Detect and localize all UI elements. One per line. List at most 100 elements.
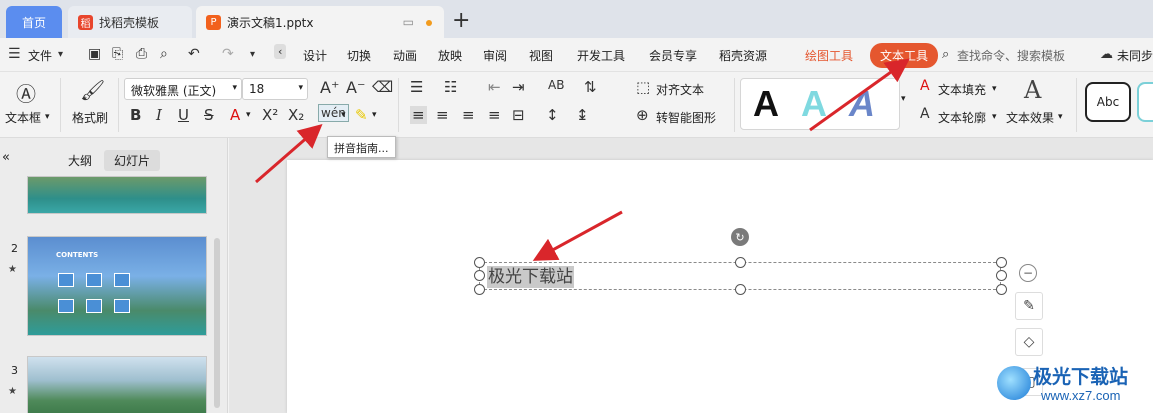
slide-thumbnail-1[interactable] (27, 176, 207, 214)
resize-handle[interactable] (474, 270, 485, 281)
resize-handle[interactable] (996, 270, 1007, 281)
bullet-list-icon[interactable]: ☰ (410, 78, 423, 96)
shrink-font-icon[interactable]: A⁻ (346, 78, 365, 97)
menu-animation[interactable]: 动画 (393, 47, 417, 64)
resize-handle[interactable] (474, 257, 485, 268)
grow-font-icon[interactable]: A⁺ (320, 78, 339, 97)
menu-drawing-tools[interactable]: 绘图工具 (805, 47, 853, 64)
sort-icon[interactable]: ⇅ (584, 78, 597, 96)
redo-icon[interactable]: ↷ (222, 46, 234, 62)
menu-review[interactable]: 审阅 (483, 47, 507, 64)
menu-text-tools[interactable]: 文本工具 (870, 43, 939, 68)
chevron-down-icon[interactable]: ▾ (45, 112, 50, 122)
menu-design[interactable]: 设计 (303, 47, 327, 64)
menu-member[interactable]: 会员专享 (649, 47, 697, 64)
align-left-icon[interactable]: ≡ (410, 106, 427, 124)
resize-handle[interactable] (474, 284, 485, 295)
superscript-icon[interactable]: X² (262, 106, 278, 124)
strikethrough-icon[interactable]: S (204, 106, 214, 124)
underline-icon[interactable]: U (178, 106, 189, 124)
gallery-more-icon[interactable]: ▾ (901, 94, 906, 104)
smart-shape-icon[interactable]: ⊕ (636, 106, 649, 124)
search-input[interactable]: 查找命令、搜索模板 (957, 47, 1065, 64)
collapse-icon[interactable]: − (1019, 264, 1037, 282)
tab-home[interactable]: 首页 (6, 6, 62, 38)
font-size-select[interactable]: 18 ▾ (242, 78, 308, 100)
font-family-select[interactable]: 微软雅黑 (正文) ▾ (124, 78, 242, 100)
text-effect-icon[interactable]: A (1024, 76, 1041, 104)
style-cyan-icon[interactable]: A (801, 83, 827, 125)
more-icon[interactable]: ▾ (250, 49, 255, 60)
chevron-down-icon[interactable]: ▾ (992, 112, 997, 122)
menu-file[interactable]: 文件 (28, 47, 52, 64)
menu-transition[interactable]: 切换 (347, 47, 371, 64)
brush-icon[interactable]: 🖌 (80, 78, 105, 102)
decrease-indent-icon[interactable]: ⇤ (488, 78, 501, 96)
align-text-icon[interactable]: ⬚ (636, 78, 650, 96)
style-black-icon[interactable]: A (753, 83, 779, 125)
numbered-list-icon[interactable]: ☷ (444, 78, 457, 96)
tab-outline[interactable]: 大纲 (58, 150, 102, 171)
text-outline-icon[interactable]: A (920, 106, 930, 122)
align-text-button[interactable]: 对齐文本 (656, 81, 704, 98)
italic-icon[interactable]: I (156, 106, 162, 124)
save-icon[interactable]: ▣ (88, 46, 101, 62)
resize-handle[interactable] (996, 284, 1007, 295)
resize-handle[interactable] (735, 284, 746, 295)
slide-thumbnail-2[interactable]: CONTENTS (27, 236, 207, 336)
text-direction-icon[interactable]: AB (548, 78, 564, 92)
align-right-icon[interactable]: ≡ (462, 106, 475, 124)
text-fill-icon[interactable]: A (920, 78, 930, 94)
menu-docer-resources[interactable]: 稻壳资源 (719, 47, 767, 64)
chevron-down-icon[interactable]: ▾ (992, 84, 997, 94)
tab-document[interactable]: P 演示文稿1.pptx ▭ (196, 6, 444, 38)
chevron-down-icon[interactable]: ▾ (1058, 112, 1063, 122)
selected-text[interactable]: 极光下载站 (487, 266, 574, 288)
resize-handle[interactable] (735, 257, 746, 268)
panel-scrollbar[interactable] (214, 238, 220, 408)
format-painter-button[interactable]: 格式刷 (72, 109, 108, 126)
increase-indent-icon[interactable]: ⇥ (512, 78, 525, 96)
text-effect-button[interactable]: 文本效果 (1006, 109, 1054, 126)
distribute-icon[interactable]: ⊟ (512, 106, 525, 124)
preview-icon[interactable]: ⌕ (160, 46, 168, 62)
hamburger-icon[interactable]: ☰ (8, 46, 21, 62)
textbox-icon[interactable]: Ⓐ (16, 78, 36, 107)
paragraph-spacing-icon[interactable]: ↨ (576, 106, 589, 124)
menu-slideshow[interactable]: 放映 (438, 47, 462, 64)
clear-format-icon[interactable]: ⌫ (372, 78, 393, 96)
brush-tool-icon[interactable]: ✎ (1015, 292, 1043, 320)
scroll-left-icon[interactable]: ‹ (274, 44, 287, 59)
chevron-down-icon[interactable]: ▾ (58, 49, 63, 60)
resize-handle[interactable] (996, 257, 1007, 268)
menu-developer[interactable]: 开发工具 (577, 47, 625, 64)
chevron-down-icon[interactable]: ▾ (372, 110, 377, 120)
subscript-icon[interactable]: X₂ (288, 106, 304, 124)
tab-find-template[interactable]: 稻 找稻壳模板 (68, 6, 192, 38)
text-fill-button[interactable]: 文本填充 (938, 81, 986, 98)
align-center-icon[interactable]: ≡ (436, 106, 449, 124)
font-color-icon[interactable]: A (230, 106, 240, 124)
collapse-panel-icon[interactable]: « (2, 150, 10, 165)
text-style-gallery[interactable]: A A A (740, 78, 900, 130)
chevron-down-icon[interactable]: ▾ (246, 110, 251, 120)
monitor-icon[interactable]: ▭ (403, 15, 414, 29)
text-outline-button[interactable]: 文本轮廓 (938, 109, 986, 126)
justify-icon[interactable]: ≡ (488, 106, 501, 124)
new-tab-button[interactable]: + (452, 8, 470, 33)
undo-icon[interactable]: ↶ (188, 46, 200, 62)
fill-tool-icon[interactable]: ◇ (1015, 328, 1043, 356)
menu-view[interactable]: 视图 (529, 47, 553, 64)
sync-status[interactable]: 未同步 (1117, 47, 1153, 64)
highlight-icon[interactable]: ✎ (355, 106, 368, 124)
line-spacing-icon[interactable]: ↕ (546, 106, 559, 124)
tab-slides[interactable]: 幻灯片 (104, 150, 161, 171)
rotate-handle-icon[interactable]: ↻ (731, 228, 749, 246)
style-blue-icon[interactable]: A (849, 83, 875, 125)
shape-style-sample[interactable]: Abc (1085, 82, 1131, 122)
slide-thumbnail-3[interactable] (27, 356, 207, 413)
smart-shape-button[interactable]: 转智能图形 (656, 109, 716, 126)
shape-style-sample-2[interactable] (1137, 82, 1153, 122)
bold-icon[interactable]: B (130, 106, 141, 124)
export-icon[interactable]: ⎘ (112, 46, 123, 62)
